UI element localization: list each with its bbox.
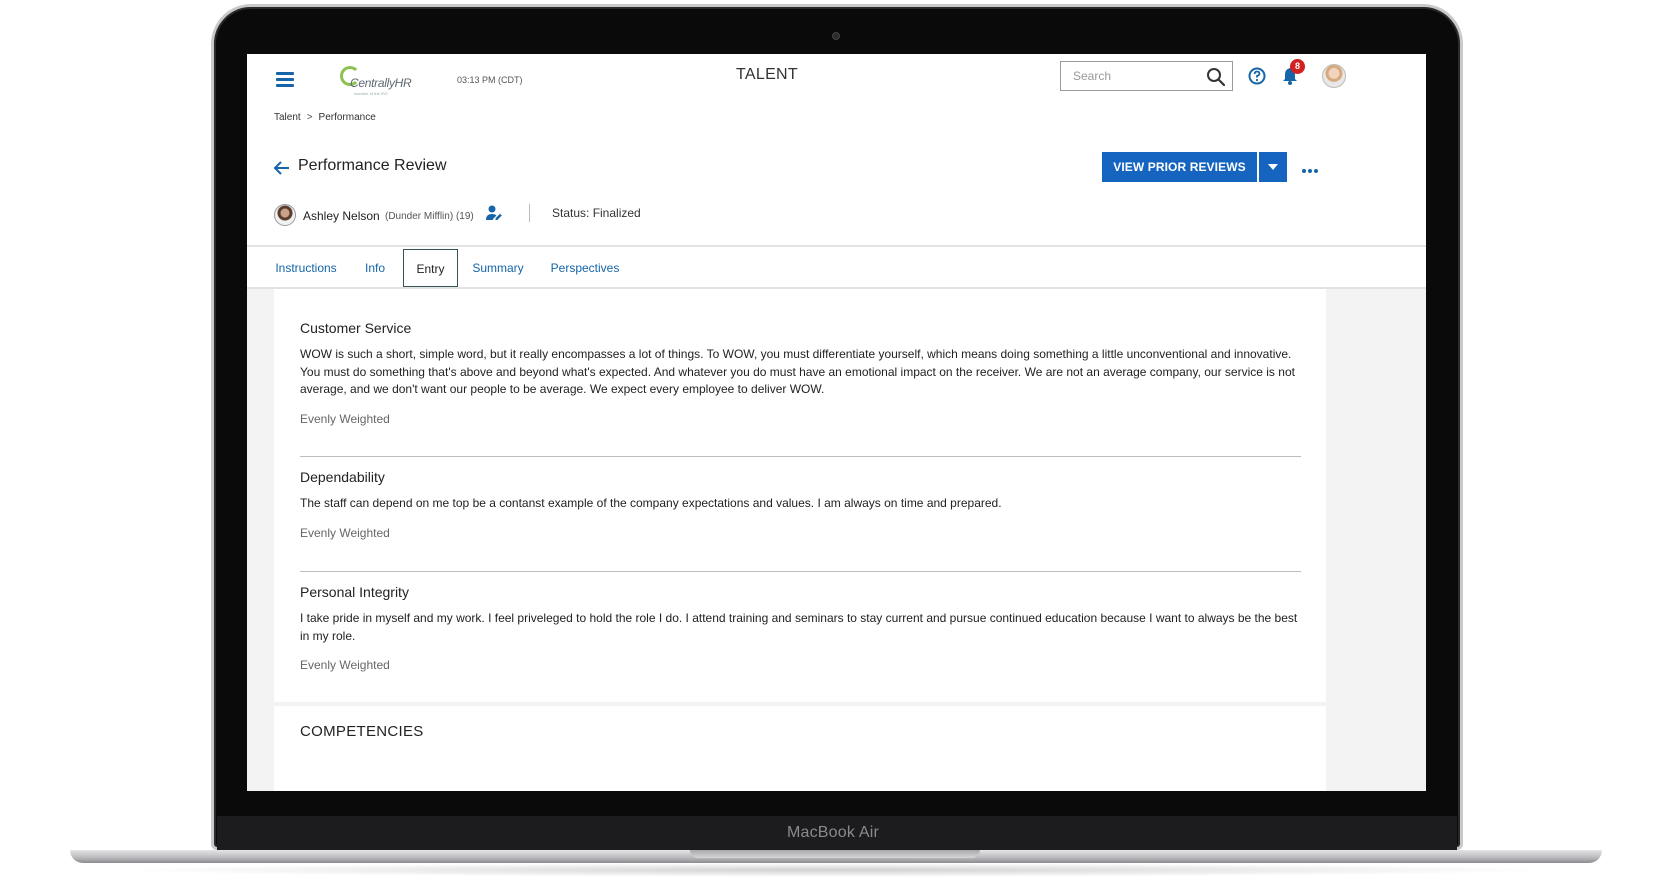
competencies-card <box>274 706 1326 791</box>
chevron-down-icon[interactable] <box>1258 152 1287 182</box>
section-weight: Evenly Weighted <box>300 411 390 426</box>
employee-avatar <box>274 204 296 226</box>
search-input[interactable] <box>1061 62 1201 90</box>
section-weight: Evenly Weighted <box>300 658 390 672</box>
app-title: TALENT <box>736 66 798 83</box>
section-divider <box>300 456 1301 457</box>
section-body: WOW is such a short, simple word, but it… <box>300 347 1295 396</box>
tab-perspectives[interactable]: Perspectives <box>543 249 627 287</box>
section-weight: Evenly Weighted <box>300 525 390 540</box>
divider <box>529 204 530 222</box>
more-options-icon[interactable] <box>1302 160 1320 174</box>
top-bar: CentrallyHR member of the ISG 03:13 PM (… <box>247 54 1426 109</box>
section-body: I take pride in myself and my work. I fe… <box>300 611 1298 643</box>
section-personal-integrity: Personal Integrity I take pride in mysel… <box>300 584 1303 672</box>
menu-icon[interactable] <box>276 72 294 88</box>
breadcrumb: Talent > Performance <box>274 112 376 123</box>
breadcrumb-separator: > <box>306 112 313 123</box>
tab-info[interactable]: Info <box>357 249 393 287</box>
tab-summary[interactable]: Summary <box>466 249 530 287</box>
status-label: Status: Finalized <box>552 206 641 220</box>
competencies-title: COMPETENCIES <box>300 723 424 740</box>
section-title: Customer Service <box>300 320 412 336</box>
app-logo[interactable]: CentrallyHR member of the ISG <box>340 64 420 98</box>
section-body: The staff can depend on me top be a cont… <box>300 496 1002 510</box>
tab-entry[interactable]: Entry <box>403 249 458 287</box>
breadcrumb-performance: Performance <box>318 112 376 123</box>
section-title: Personal Integrity <box>300 584 409 600</box>
section-divider <box>300 571 1301 572</box>
page-title: Performance Review <box>298 157 447 174</box>
logo-subtext: member of the ISG <box>354 91 388 96</box>
notification-badge: 8 <box>1290 59 1305 74</box>
section-dependability: Dependability The staff can depend on me… <box>300 469 1303 540</box>
person-edit-icon[interactable] <box>485 204 503 222</box>
laptop-shadow <box>110 863 1562 877</box>
view-prior-reviews-button[interactable]: VIEW PRIOR REVIEWS <box>1102 152 1257 182</box>
section-customer-service: Customer Service WOW is such a short, si… <box>300 320 1303 426</box>
employee-name[interactable]: Ashley Nelson <box>303 209 380 223</box>
search-icon[interactable] <box>1206 67 1226 87</box>
section-title: Dependability <box>300 469 385 485</box>
tabs-divider <box>247 245 1426 247</box>
app-screen: CentrallyHR member of the ISG 03:13 PM (… <box>247 54 1426 791</box>
search-box <box>1060 61 1233 91</box>
help-icon[interactable] <box>1247 66 1267 86</box>
laptop-notch <box>690 850 980 858</box>
tab-instructions[interactable]: Instructions <box>267 249 345 287</box>
back-arrow-icon[interactable] <box>273 160 291 176</box>
camera-icon <box>832 32 840 40</box>
logo-text: CentrallyHR <box>350 76 412 90</box>
breadcrumb-talent[interactable]: Talent <box>274 112 301 123</box>
clock: 03:13 PM (CDT) <box>457 75 523 85</box>
user-avatar[interactable] <box>1322 64 1346 88</box>
employee-org: (Dunder Mifflin) (19) <box>385 211 474 222</box>
device-label: MacBook Air <box>786 824 879 841</box>
